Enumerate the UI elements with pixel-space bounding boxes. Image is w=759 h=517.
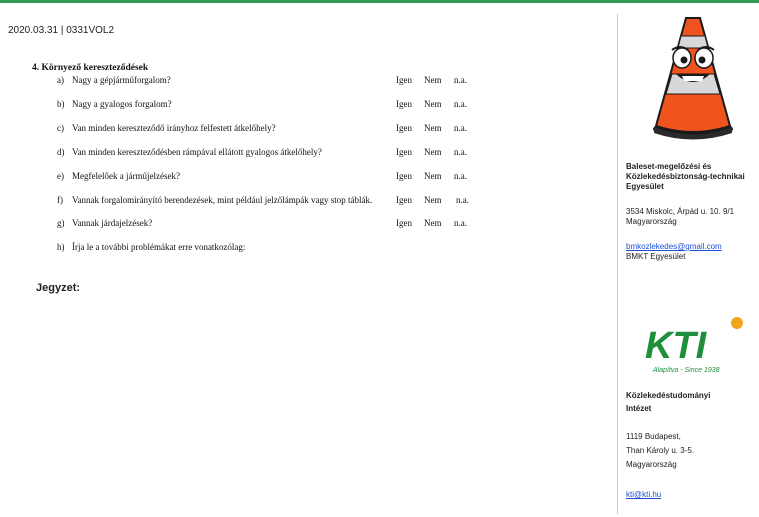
answer-na[interactable]: n.a.: [454, 147, 467, 157]
question-text: Van minden kereszteződő irányhoz felfest…: [72, 123, 276, 133]
question-text: Van minden kereszteződésben rámpával ell…: [72, 147, 322, 157]
answer-yes[interactable]: Igen: [396, 75, 412, 85]
kti-logo-icon: KTI Alapítva - Since 1938: [645, 317, 743, 374]
answer-na[interactable]: n.a.: [454, 99, 467, 109]
org1-email-link[interactable]: bmkozlekedes@gmail.com: [626, 242, 722, 253]
org2-name-line2: Intézet: [626, 404, 652, 413]
question-text: Írja le a további problémákat erre vonat…: [72, 242, 246, 252]
answer-yes[interactable]: Igen: [396, 123, 412, 133]
answer-yes[interactable]: Igen: [396, 195, 412, 205]
org2-address-line3: Magyarország: [626, 460, 677, 469]
question-letter: h): [57, 242, 65, 252]
answer-no[interactable]: Nem: [424, 171, 442, 181]
answer-no[interactable]: Nem: [424, 99, 442, 109]
answer-yes[interactable]: Igen: [396, 147, 412, 157]
question-text: Vannak forgalomirányító berendezések, mi…: [72, 195, 373, 205]
answer-na[interactable]: n.a.: [454, 218, 467, 228]
org2-address-line1: 1119 Budapest,: [626, 432, 681, 441]
question-letter: b): [57, 99, 65, 109]
question-letter: g): [57, 218, 65, 228]
answer-no[interactable]: Nem: [424, 195, 442, 205]
org1-address-line1: 3534 Miskolc, Árpád u. 10. 9/1: [626, 207, 735, 216]
org1-name-line3: Egyesület: [626, 182, 664, 191]
question-letter: d): [57, 147, 65, 157]
question-text: Vannak járdajelzések?: [72, 218, 153, 228]
section-title: 4. Környező kereszteződések: [32, 63, 149, 73]
org2-email[interactable]: kti@kti.hu: [626, 490, 661, 499]
org2-name-line1: Közlekedéstudományi: [626, 391, 711, 400]
question-letter: f): [57, 195, 63, 205]
question-text: Megfelelőek a járműjelzések?: [72, 171, 180, 181]
document-header: 2020.03.31 | 0331VOL2: [8, 25, 115, 36]
org1-short-name: BMKT Egyesület: [626, 252, 686, 261]
kti-logo-text: KTI: [645, 325, 708, 367]
question-letter: a): [57, 75, 64, 85]
question-letter: e): [57, 171, 64, 181]
org2-email-link[interactable]: kti@kti.hu: [626, 490, 661, 501]
answer-na[interactable]: n.a.: [454, 171, 467, 181]
answer-yes[interactable]: Igen: [396, 99, 412, 109]
answer-no[interactable]: Nem: [424, 123, 442, 133]
answer-yes[interactable]: Igen: [396, 171, 412, 181]
question-letter: c): [57, 123, 64, 133]
answer-no[interactable]: Nem: [424, 218, 442, 228]
top-rule: [0, 0, 759, 3]
answer-na[interactable]: n.a.: [456, 195, 469, 205]
org1-email[interactable]: bmkozlekedes@gmail.com: [626, 242, 722, 251]
kti-tagline: Alapítva - Since 1938: [652, 367, 720, 374]
org1-address-line2: Magyarország: [626, 217, 677, 226]
org1-name-line1: Baleset-megelőzési és: [626, 162, 712, 171]
question-text: Nagy a gépjárműforgalom?: [72, 75, 171, 85]
answer-no[interactable]: Nem: [424, 75, 442, 85]
question-text: Nagy a gyalogos forgalom?: [72, 99, 172, 109]
answer-no[interactable]: Nem: [424, 147, 442, 157]
sidebar-divider: [617, 14, 618, 514]
notes-heading: Jegyzet:: [36, 282, 81, 294]
traffic-cone-mascot-icon: [653, 17, 733, 140]
answer-na[interactable]: n.a.: [454, 75, 467, 85]
org2-address-line2: Than Károly u. 3-5.: [626, 446, 695, 455]
answer-na[interactable]: n.a.: [454, 123, 467, 133]
org1-name-line2: Közlekedésbiztonság-technikai: [626, 172, 745, 181]
answer-yes[interactable]: Igen: [396, 218, 412, 228]
